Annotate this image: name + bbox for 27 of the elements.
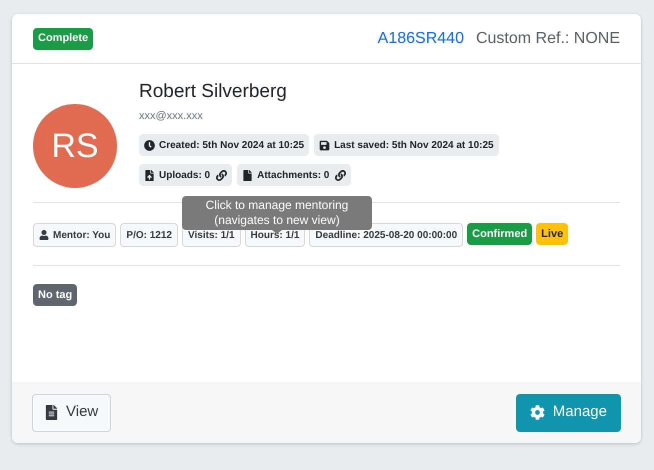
link-icon[interactable] bbox=[216, 170, 228, 181]
status-badge: Live bbox=[536, 223, 568, 245]
meta-badge: Created: 5th Nov 2024 at 10:25 bbox=[139, 134, 310, 156]
reference-link[interactable]: A186SR440 bbox=[378, 26, 464, 50]
user-icon bbox=[39, 230, 49, 240]
clock-icon bbox=[144, 140, 155, 151]
custom-reference: Custom Ref.: NONE bbox=[476, 28, 620, 48]
document-icon bbox=[45, 405, 58, 420]
meta-badge: Last saved: 5th Nov 2024 at 10:25 bbox=[314, 134, 499, 156]
file-upload-icon bbox=[144, 170, 155, 181]
avatar: RS bbox=[33, 104, 117, 188]
status-badge: Confirmed bbox=[467, 223, 532, 245]
meta-badge: Attachments: 0 bbox=[237, 164, 352, 186]
file-icon bbox=[242, 170, 254, 181]
person-name: Robert Silverberg bbox=[139, 80, 288, 104]
tag-badge: No tag bbox=[33, 284, 78, 306]
email: xxx@xxx.xxx bbox=[139, 108, 204, 124]
status-badge: Complete bbox=[33, 28, 94, 50]
view-button[interactable]: View bbox=[32, 394, 112, 432]
meta-badge: Uploads: 0 bbox=[139, 164, 232, 186]
detail-badge: Mentor: You bbox=[33, 223, 116, 247]
link-icon[interactable] bbox=[335, 170, 346, 181]
tooltip: Click to manage mentoring (navigates to new view) bbox=[182, 196, 372, 230]
tooltip-pointer bbox=[272, 230, 282, 234]
settings-icon bbox=[530, 405, 545, 420]
detail-badge: P/O: 1212 bbox=[120, 223, 178, 247]
manage-button[interactable]: Manage bbox=[516, 394, 621, 432]
